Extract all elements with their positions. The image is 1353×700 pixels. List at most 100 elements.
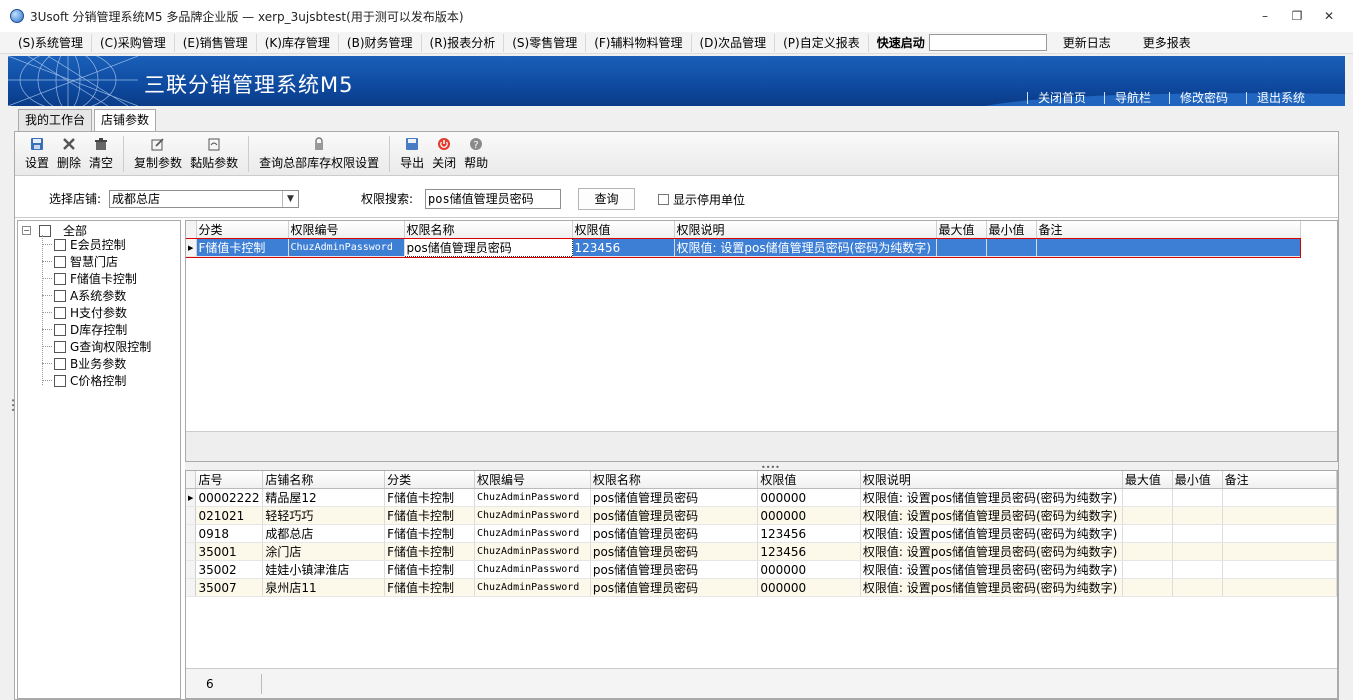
- menu-defective[interactable]: (D)次品管理: [692, 33, 776, 52]
- table-cell[interactable]: 0918: [195, 524, 264, 543]
- table-cell[interactable]: [1222, 506, 1337, 525]
- table-row[interactable]: 35002 娃娃小镇津淮店 F储值卡控制 ChuzAdminPassword p…: [186, 560, 1337, 579]
- close-icon[interactable]: ✕: [1313, 6, 1345, 26]
- show-disabled-checkbox[interactable]: [658, 194, 669, 205]
- table-cell-editing[interactable]: pos储值管理员密码: [403, 238, 573, 257]
- menu-sales[interactable]: (E)销售管理: [175, 33, 257, 52]
- tree-node[interactable]: D库存控制: [42, 321, 127, 338]
- table-cell[interactable]: [1036, 238, 1301, 257]
- table-cell[interactable]: F储值卡控制: [384, 488, 475, 507]
- clear-button[interactable]: 清空: [85, 136, 117, 175]
- table-cell[interactable]: F储值卡控制: [196, 238, 289, 257]
- table-cell[interactable]: ChuzAdminPassword: [474, 560, 591, 579]
- column-header[interactable]: 最大值: [1122, 471, 1173, 489]
- table-cell[interactable]: 123456: [757, 542, 861, 561]
- table-cell[interactable]: [1122, 488, 1173, 507]
- menu-finance[interactable]: (B)财务管理: [339, 33, 422, 52]
- side-grip-icon[interactable]: •••: [8, 398, 17, 412]
- table-cell[interactable]: [1122, 524, 1173, 543]
- tree-node[interactable]: 智慧门店: [42, 253, 118, 270]
- paste-params-button[interactable]: 黏贴参数: [186, 136, 242, 175]
- menu-system[interactable]: (S)系统管理: [10, 33, 92, 52]
- table-row[interactable]: ▶ 00002222 精品屋12 F储值卡控制 ChuzAdminPasswor…: [186, 488, 1337, 507]
- table-cell[interactable]: pos储值管理员密码: [590, 488, 759, 507]
- tree-node[interactable]: B业务参数: [42, 355, 126, 372]
- store-select[interactable]: 成都总店 ▼: [109, 190, 299, 208]
- table-cell[interactable]: pos储值管理员密码: [590, 578, 759, 597]
- table-cell[interactable]: 权限值: 设置pos储值管理员密码(密码为纯数字): [860, 542, 1123, 561]
- table-cell[interactable]: [1172, 578, 1223, 597]
- menu-purchase[interactable]: (C)采购管理: [92, 33, 175, 52]
- table-cell[interactable]: [1222, 524, 1337, 543]
- table-row[interactable]: 0918 成都总店 F储值卡控制 ChuzAdminPassword pos储值…: [186, 524, 1337, 543]
- tree-node[interactable]: A系统参数: [42, 287, 126, 304]
- help-button[interactable]: ? 帮助: [460, 136, 492, 175]
- table-cell[interactable]: 娃娃小镇津淮店: [262, 560, 386, 579]
- tab-my-workbench[interactable]: 我的工作台: [18, 109, 93, 131]
- table-cell[interactable]: [1172, 506, 1223, 525]
- table-cell[interactable]: [1122, 578, 1173, 597]
- table-cell[interactable]: ChuzAdminPassword: [288, 238, 405, 257]
- column-header[interactable]: 权限说明: [674, 221, 937, 239]
- close-button[interactable]: 关闭: [428, 136, 460, 175]
- table-row[interactable]: 35007 泉州店11 F储值卡控制 ChuzAdminPassword pos…: [186, 578, 1337, 597]
- table-cell[interactable]: 000000: [757, 488, 861, 507]
- table-cell[interactable]: 021021: [195, 506, 264, 525]
- table-cell[interactable]: 权限值: 设置pos储值管理员密码(密码为纯数字): [674, 238, 937, 257]
- table-cell[interactable]: [1222, 488, 1337, 507]
- table-cell[interactable]: [1122, 506, 1173, 525]
- table-cell[interactable]: F储值卡控制: [384, 542, 475, 561]
- close-home-link[interactable]: 关闭首页: [1026, 92, 1096, 104]
- tree-checkbox[interactable]: [54, 272, 66, 285]
- menu-materials[interactable]: (F)辅料物料管理: [586, 33, 692, 52]
- pane-splitter[interactable]: ••••: [185, 462, 1338, 472]
- column-header[interactable]: 最小值: [1172, 471, 1223, 489]
- column-header[interactable]: 权限值: [572, 221, 675, 239]
- column-header[interactable]: 备注: [1222, 471, 1337, 489]
- query-button[interactable]: 查询: [578, 188, 635, 210]
- column-header[interactable]: 最大值: [936, 221, 987, 239]
- tree-checkbox[interactable]: [54, 374, 66, 387]
- table-row[interactable]: 35001 涂门店 F储值卡控制 ChuzAdminPassword pos储值…: [186, 542, 1337, 561]
- column-header[interactable]: 最小值: [986, 221, 1037, 239]
- minimize-icon[interactable]: –: [1249, 6, 1281, 26]
- table-cell[interactable]: 35007: [195, 578, 264, 597]
- table-cell[interactable]: pos储值管理员密码: [590, 560, 759, 579]
- table-cell[interactable]: F储值卡控制: [384, 524, 475, 543]
- tree-node[interactable]: C价格控制: [42, 372, 126, 389]
- table-cell[interactable]: ChuzAdminPassword: [474, 578, 591, 597]
- table-cell[interactable]: 涂门店: [262, 542, 386, 561]
- tree-checkbox[interactable]: [54, 340, 66, 353]
- tree-node[interactable]: H支付参数: [42, 304, 127, 321]
- change-password-link[interactable]: 修改密码: [1168, 92, 1238, 104]
- changelog-link[interactable]: 更新日志: [1047, 34, 1127, 51]
- table-cell[interactable]: F储值卡控制: [384, 560, 475, 579]
- column-header[interactable]: 店铺名称: [262, 471, 386, 489]
- table-cell[interactable]: [1172, 524, 1223, 543]
- table-cell[interactable]: pos储值管理员密码: [590, 524, 759, 543]
- table-cell[interactable]: ChuzAdminPassword: [474, 506, 591, 525]
- table-cell[interactable]: [1172, 560, 1223, 579]
- tab-store-params[interactable]: 店铺参数: [94, 109, 157, 132]
- tree-checkbox[interactable]: [54, 323, 66, 336]
- table-cell[interactable]: 成都总店: [262, 524, 386, 543]
- table-row[interactable]: ▶ F储值卡控制 ChuzAdminPassword pos储值管理员密码 12…: [186, 237, 1301, 258]
- export-button[interactable]: 导出: [396, 136, 428, 175]
- column-header[interactable]: 分类: [196, 221, 289, 239]
- menu-retail[interactable]: (S)零售管理: [504, 33, 587, 52]
- table-cell[interactable]: [1222, 542, 1337, 561]
- tree-node[interactable]: G查询权限控制: [42, 338, 151, 355]
- permission-search-input[interactable]: pos储值管理员密码: [425, 189, 561, 209]
- menu-inventory[interactable]: (K)库存管理: [257, 33, 339, 52]
- table-cell[interactable]: pos储值管理员密码: [590, 506, 759, 525]
- collapse-minus-icon[interactable]: −: [22, 226, 31, 235]
- column-header[interactable]: 权限名称: [404, 221, 573, 239]
- show-disabled-option[interactable]: 显示停用单位: [658, 191, 745, 208]
- table-cell[interactable]: 000000: [757, 506, 861, 525]
- table-cell[interactable]: [1222, 560, 1337, 579]
- more-reports-link[interactable]: 更多报表: [1127, 34, 1207, 51]
- menu-custom-reports[interactable]: (P)自定义报表: [775, 33, 869, 52]
- table-cell[interactable]: [936, 238, 987, 257]
- tree-node[interactable]: E会员控制: [42, 236, 126, 253]
- table-cell[interactable]: F储值卡控制: [384, 506, 475, 525]
